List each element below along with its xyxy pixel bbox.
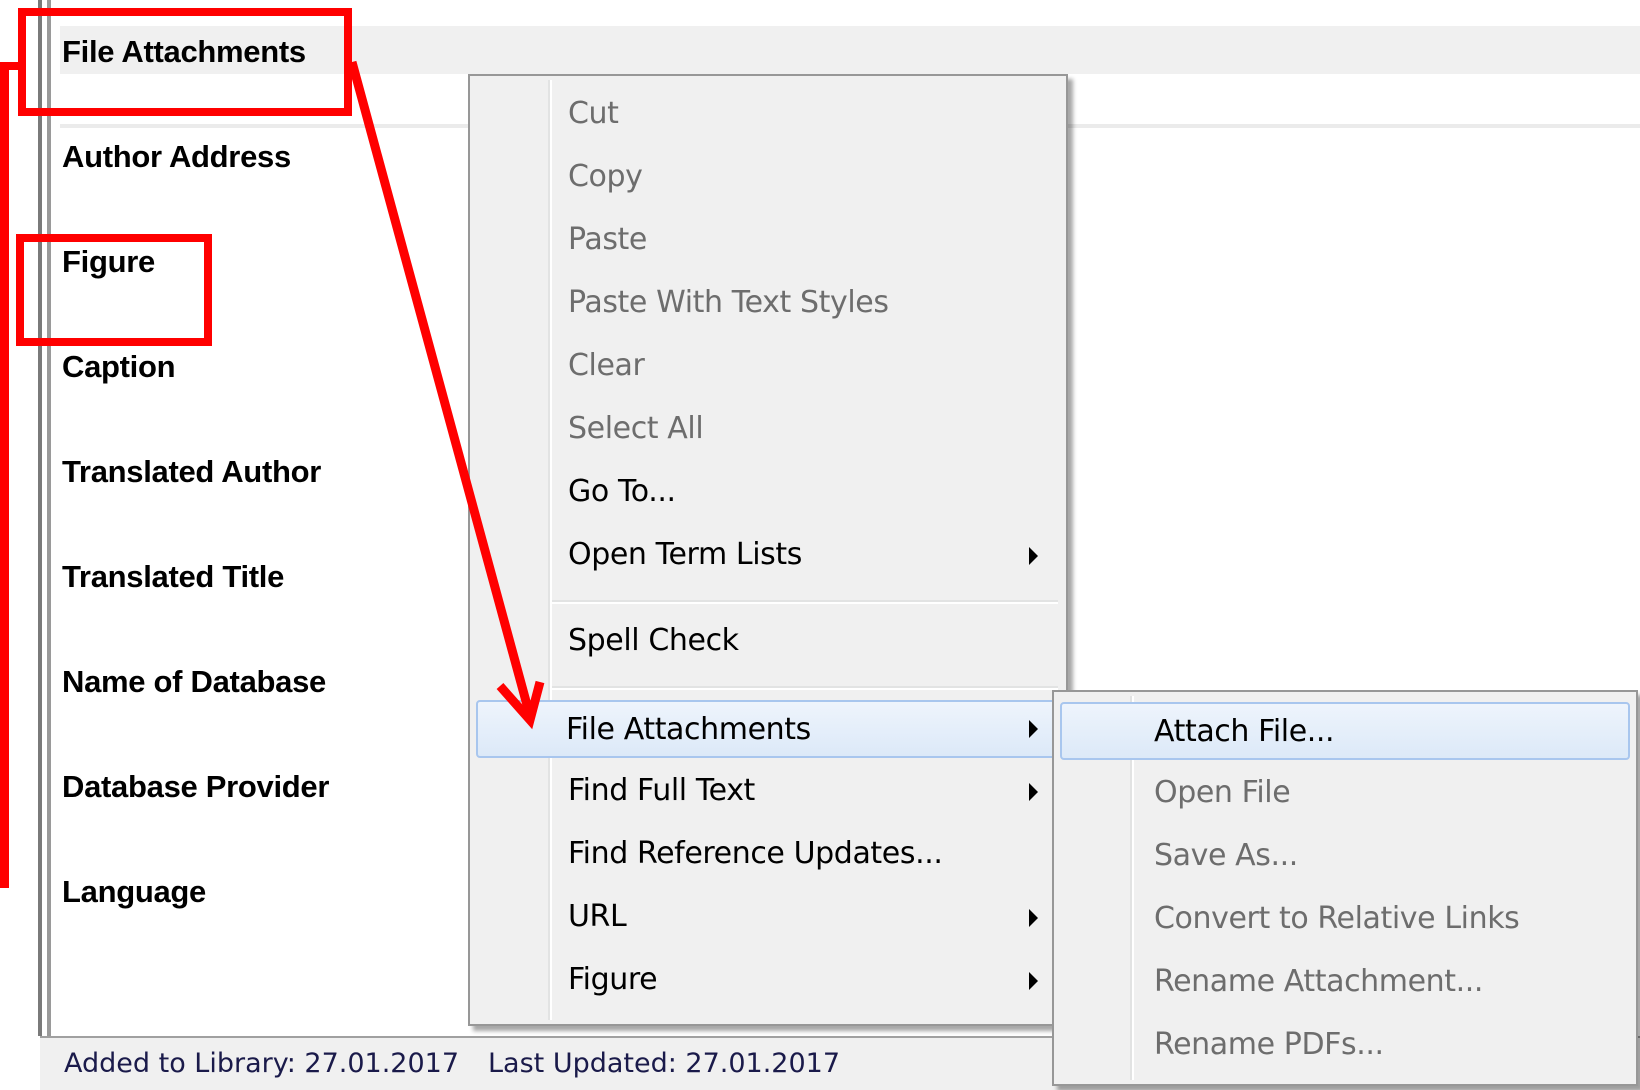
annotation-arrow-icon xyxy=(347,60,545,730)
annotation-arrow-shaft xyxy=(347,60,535,718)
